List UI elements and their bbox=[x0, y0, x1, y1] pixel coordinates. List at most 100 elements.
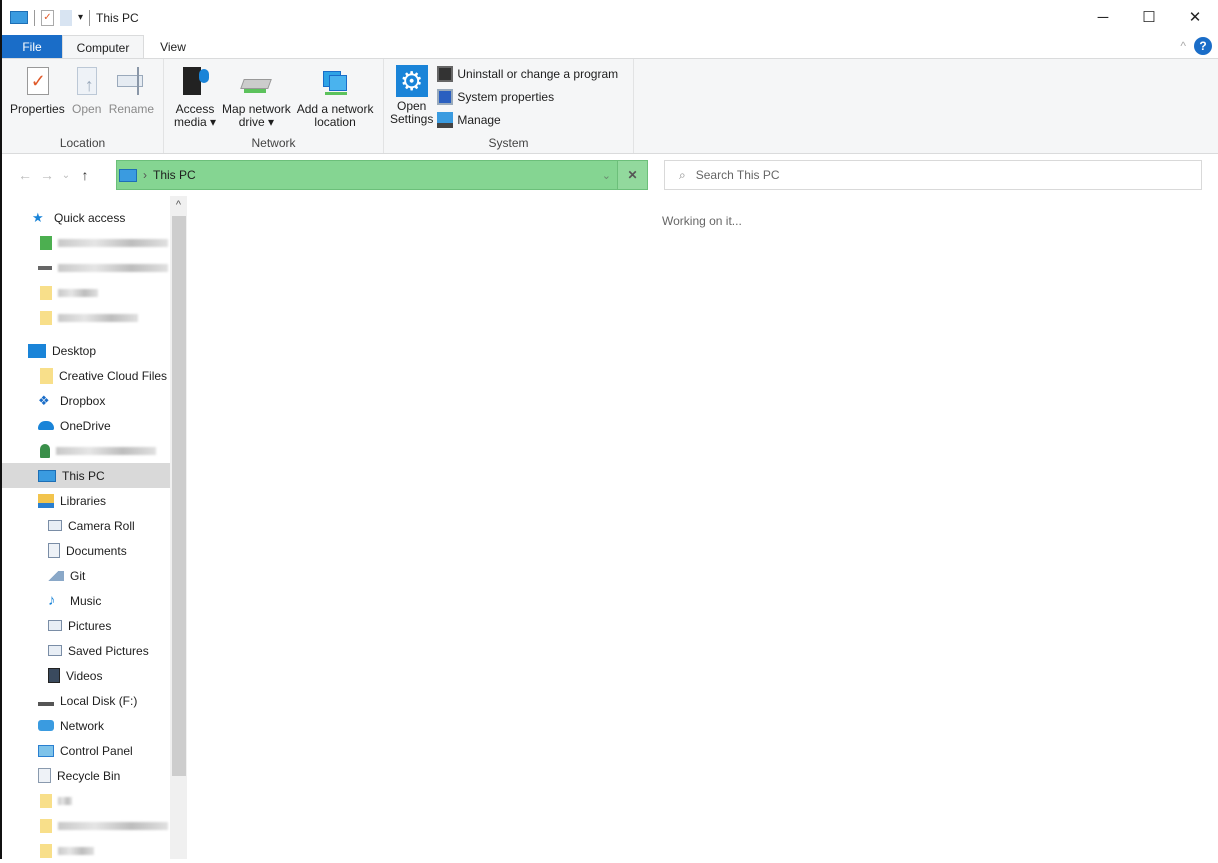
system-properties-icon bbox=[437, 88, 454, 105]
folder-icon bbox=[40, 235, 52, 250]
divider bbox=[89, 9, 91, 26]
dropbox-icon: ❖ bbox=[38, 392, 50, 408]
close-button[interactable]: ✕ bbox=[1172, 0, 1218, 34]
sidebar-item-blurred[interactable] bbox=[2, 280, 170, 305]
group-label: Location bbox=[59, 136, 106, 150]
ribbon: ✓ Properties ↑ Open Rename Location Acce… bbox=[2, 58, 1218, 154]
folder-icon bbox=[40, 843, 52, 858]
window-title: This PC bbox=[96, 10, 139, 25]
sidebar-item-quick-access[interactable]: ★ Quick access bbox=[2, 205, 170, 230]
sidebar-item-dropbox[interactable]: ❖ Dropbox bbox=[2, 388, 170, 413]
drive-icon bbox=[38, 265, 52, 270]
sidebar-item-blurred[interactable] bbox=[2, 788, 170, 813]
sidebar-item-documents[interactable]: Documents bbox=[2, 538, 170, 563]
loading-status: Working on it... bbox=[662, 214, 742, 228]
group-network: Access media ▾ Map network drive ▾ Add a… bbox=[164, 59, 384, 153]
tab-computer[interactable]: Computer bbox=[62, 35, 144, 59]
sidebar-item-control-panel[interactable]: Control Panel bbox=[2, 738, 170, 763]
folder-icon bbox=[40, 793, 52, 808]
breadcrumb-this-pc[interactable]: This PC bbox=[153, 168, 196, 182]
tab-file[interactable]: File bbox=[2, 35, 62, 59]
sidebar-item-libraries[interactable]: Libraries bbox=[2, 488, 170, 513]
ribbon-tabs: File Computer View ^ ? bbox=[2, 35, 1218, 59]
maximize-button[interactable]: ☐ bbox=[1126, 0, 1172, 34]
star-icon: ★ bbox=[32, 209, 44, 225]
up-button[interactable]: ↑ bbox=[74, 167, 96, 183]
search-icon: ⌕ bbox=[679, 167, 686, 182]
collapse-ribbon-icon[interactable]: ^ bbox=[1180, 39, 1186, 53]
clear-address-button[interactable]: ✕ bbox=[617, 161, 647, 189]
uninstall-icon bbox=[437, 65, 454, 82]
sidebar-item-music[interactable]: ♪ Music bbox=[2, 588, 170, 613]
computer-icon[interactable] bbox=[10, 11, 28, 24]
settings-gear-icon: ⚙ bbox=[395, 65, 428, 97]
sidebar-item-creative-cloud-files[interactable]: Creative Cloud Files bbox=[2, 363, 170, 388]
address-bar[interactable]: › This PC ⌄ ✕ bbox=[116, 160, 648, 190]
music-icon: ♪ bbox=[48, 591, 56, 609]
sidebar-item-blurred[interactable] bbox=[2, 255, 170, 280]
computer-icon bbox=[119, 168, 137, 182]
system-properties-button[interactable]: System properties bbox=[437, 88, 618, 105]
sidebar-item-onedrive[interactable]: OneDrive bbox=[2, 413, 170, 438]
computer-icon bbox=[38, 469, 56, 482]
sidebar-item-saved-pictures[interactable]: Saved Pictures bbox=[2, 638, 170, 663]
onedrive-cloud-icon bbox=[38, 421, 54, 430]
git-folder-icon bbox=[48, 570, 64, 581]
sidebar-item-blurred[interactable] bbox=[2, 305, 170, 330]
sidebar-item-blurred[interactable] bbox=[2, 230, 170, 255]
sidebar-item-local-disk-f[interactable]: Local Disk (F:) bbox=[2, 688, 170, 713]
control-panel-icon bbox=[38, 744, 54, 757]
manage-icon bbox=[437, 111, 454, 128]
forward-button[interactable]: → bbox=[36, 167, 58, 183]
media-icon bbox=[179, 65, 211, 97]
manage-button[interactable]: Manage bbox=[437, 111, 618, 128]
sidebar-item-network[interactable]: Network bbox=[2, 713, 170, 738]
folder-icon bbox=[40, 285, 52, 300]
group-system: ⚙ Open Settings Uninstall or change a pr… bbox=[384, 59, 634, 153]
rename-icon bbox=[115, 65, 147, 97]
sidebar-item-blurred[interactable] bbox=[2, 813, 170, 838]
minimize-button[interactable]: ─ bbox=[1080, 0, 1126, 34]
libraries-icon bbox=[38, 493, 54, 508]
address-dropdown-icon[interactable]: ⌄ bbox=[602, 169, 611, 182]
sidebar-item-user-blurred[interactable] bbox=[2, 438, 170, 463]
sidebar-item-blurred[interactable] bbox=[2, 838, 170, 863]
folder-icon bbox=[40, 367, 53, 384]
sidebar-scrollbar[interactable]: ^ bbox=[170, 196, 187, 859]
breadcrumb-separator: › bbox=[143, 168, 147, 182]
sidebar-item-git[interactable]: Git bbox=[2, 563, 170, 588]
sidebar-item-desktop[interactable]: Desktop bbox=[2, 338, 170, 363]
properties-icon: ✓ bbox=[21, 65, 53, 97]
camera-roll-icon bbox=[48, 520, 62, 531]
open-icon: ↑ bbox=[71, 65, 103, 97]
search-input[interactable]: ⌕ Search This PC bbox=[664, 160, 1202, 190]
title-bar: ✓ ▾ This PC ─ ☐ ✕ bbox=[2, 0, 1218, 35]
navigation-pane: ★ Quick access Desktop Creative Cloud Fil… bbox=[2, 193, 187, 859]
sidebar-item-videos[interactable]: Videos bbox=[2, 663, 170, 688]
scrollbar-thumb[interactable] bbox=[172, 216, 186, 776]
sidebar-item-this-pc[interactable]: This PC bbox=[2, 463, 170, 488]
group-label: System bbox=[488, 136, 529, 150]
new-folder-icon[interactable] bbox=[60, 9, 72, 26]
saved-pictures-icon bbox=[48, 645, 62, 656]
help-icon[interactable]: ? bbox=[1194, 37, 1212, 55]
sidebar-item-camera-roll[interactable]: Camera Roll bbox=[2, 513, 170, 538]
uninstall-program-button[interactable]: Uninstall or change a program bbox=[437, 65, 618, 82]
search-placeholder: Search This PC bbox=[695, 168, 780, 182]
recent-locations-button[interactable]: ⌄ bbox=[58, 170, 74, 181]
scroll-up-button[interactable]: ^ bbox=[170, 196, 187, 214]
back-button[interactable]: ← bbox=[14, 167, 36, 183]
desktop-icon bbox=[28, 343, 46, 358]
tab-view[interactable]: View bbox=[144, 35, 202, 59]
group-location: ✓ Properties ↑ Open Rename Location bbox=[2, 59, 164, 153]
local-disk-icon bbox=[38, 701, 54, 706]
group-label: Network bbox=[251, 136, 296, 150]
network-icon bbox=[38, 720, 54, 731]
sidebar-item-pictures[interactable]: Pictures bbox=[2, 613, 170, 638]
quick-access-toolbar: ✓ ▾ bbox=[2, 9, 91, 26]
customize-dropdown-icon[interactable]: ▾ bbox=[78, 12, 83, 23]
recycle-bin-icon bbox=[38, 768, 51, 783]
videos-icon bbox=[48, 668, 60, 683]
properties-icon[interactable]: ✓ bbox=[41, 9, 54, 26]
sidebar-item-recycle-bin[interactable]: Recycle Bin bbox=[2, 763, 170, 788]
